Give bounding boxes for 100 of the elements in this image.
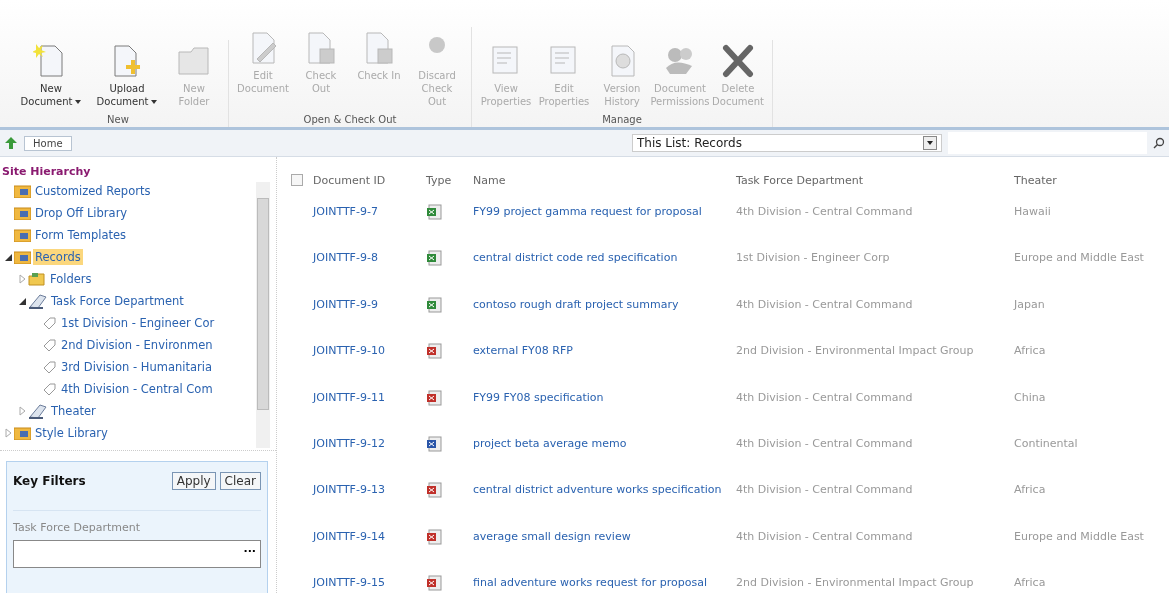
document-link[interactable]: average small design review [469, 519, 732, 567]
tree-item[interactable]: Records [33, 249, 83, 265]
department-cell-text: 4th Division - Central Command [735, 296, 914, 313]
department-cell-text: 1st Division - Engineer Corp [735, 250, 891, 267]
sidebar-title: Site Hierarchy [1, 164, 92, 180]
column-header[interactable]: Type [422, 157, 469, 195]
group-label: Manage [602, 114, 642, 125]
column-header[interactable]: Theater [1010, 157, 1167, 195]
tree-item[interactable]: Task Force Department [49, 293, 186, 309]
library-folder-icon [14, 250, 31, 264]
group-label: Open & Check Out [303, 114, 397, 125]
collapse-arrow-icon[interactable] [18, 296, 28, 306]
column-header[interactable]: Document ID [309, 157, 422, 195]
expand-arrow-icon[interactable] [4, 428, 14, 438]
document-id-cell-text: JOINTTF-9-10 [311, 343, 386, 360]
tree-item[interactable]: 3rd Division - Humanitaria [59, 359, 215, 375]
tags-icon [28, 293, 47, 309]
tree-item[interactable]: Drop Off Library [33, 205, 130, 221]
select-all-checkbox[interactable] [291, 174, 303, 187]
document-link[interactable]: final adventure works request for proposal [469, 566, 732, 593]
tags-icon [28, 403, 47, 419]
folder-icon [28, 272, 46, 286]
library-folder-icon [14, 184, 31, 198]
ribbon-button[interactable]: Upload Document [90, 40, 164, 110]
tree-item[interactable]: Theater [49, 403, 98, 419]
filter-input-field[interactable]: ... [13, 540, 261, 568]
document-id-cell-text: JOINTTF-9-11 [311, 389, 386, 406]
field-label: Task Force Department [13, 510, 261, 534]
x-icon [720, 42, 756, 78]
search-scope-dropdown[interactable]: This List: Records [632, 134, 942, 152]
document-link[interactable]: FY99 project gamma request for proposal [469, 194, 732, 242]
document-link[interactable]: central district code red specification [469, 241, 732, 288]
document-id-cell-text: JOINTTF-9-8 [311, 250, 379, 267]
file-type-icon [426, 436, 442, 452]
collapse-arrow-icon[interactable] [4, 252, 14, 262]
department-cell-text: 2nd Division - Environmental Impact Group [735, 575, 975, 592]
theater-cell-text: Europe and Middle East [1013, 528, 1145, 545]
home-link[interactable]: Home [24, 135, 72, 151]
theater-cell-text: Hawaii [1013, 203, 1052, 220]
tree-item[interactable]: Customized Reports [33, 183, 153, 199]
tag-icon [42, 315, 57, 331]
document-link[interactable]: external FY08 RFP [469, 334, 732, 381]
department-cell-text: 4th Division - Central Command [735, 482, 914, 499]
group-label: New [107, 114, 129, 125]
tree-item[interactable]: Form Templates [33, 227, 129, 243]
file-type-icon [426, 482, 442, 499]
expand-arrow-icon[interactable] [18, 406, 28, 416]
document-id-cell-text: JOINTTF-9-15 [311, 575, 386, 592]
library-folder-icon [14, 228, 31, 242]
document-link[interactable]: central district adventure works specification [469, 473, 732, 520]
document-id-cell-text: JOINTTF-9-14 [311, 528, 386, 545]
tag-icon [42, 381, 57, 397]
library-folder-icon [14, 426, 31, 440]
theater-cell-text: Continental [1013, 436, 1079, 452]
caret-icon [927, 141, 933, 145]
scrollbar[interactable] [256, 182, 270, 448]
tree-item[interactable]: Style Library [33, 425, 110, 441]
file-type-icon [426, 389, 442, 406]
department-cell-text: 4th Division - Central Command [735, 528, 914, 545]
file-type-icon [426, 250, 442, 267]
tag-icon [42, 359, 57, 375]
panel-title: Key Filters [13, 474, 86, 488]
department-cell-text: 2nd Division - Environmental Impact Group [735, 343, 975, 360]
filter-button[interactable]: Clear [219, 472, 261, 490]
tree-item[interactable]: 4th Division - Central Com [59, 381, 215, 397]
browse-button[interactable]: ... [239, 541, 260, 555]
search-icon[interactable] [1153, 137, 1165, 149]
tag-icon [42, 337, 57, 353]
document-link[interactable]: FY99 FY08 specification [469, 380, 732, 427]
theater-cell-text: Japan [1012, 296, 1046, 313]
library-folder-icon [14, 206, 31, 220]
up-arrow-icon[interactable] [4, 136, 18, 150]
theater-cell-text: Europe and Middle East [1013, 250, 1145, 267]
filter-button[interactable]: Apply [171, 472, 216, 490]
document-id-cell-text: JOINTTF-9-7 [311, 203, 379, 220]
theater-cell-text: Africa [1013, 343, 1047, 360]
file-type-icon [426, 296, 442, 313]
tree-item[interactable]: 1st Division - Engineer Cor [59, 315, 217, 331]
caret-icon [75, 100, 82, 104]
column-header[interactable]: Task Force Department [732, 157, 1010, 195]
tree-item[interactable]: Folders [48, 271, 94, 287]
ribbon-button[interactable]: New Document [14, 40, 88, 110]
file-type-icon [426, 343, 442, 360]
tree-item[interactable]: 2nd Division - Environmen [59, 337, 215, 353]
department-cell-text: 4th Division - Central Command [735, 389, 914, 406]
column-header[interactable]: Name [469, 157, 732, 195]
theater-cell-text: Africa [1013, 482, 1047, 499]
document-id-cell-text: JOINTTF-9-12 [311, 436, 386, 452]
theater-cell-text: China [1013, 389, 1047, 406]
file-type-icon [426, 528, 442, 545]
document-link[interactable]: contoso rough draft project summary [469, 287, 732, 335]
department-cell-text: 4th Division - Central Command [735, 436, 914, 452]
file-type-icon [426, 203, 442, 220]
theater-cell-text: Africa [1013, 575, 1047, 592]
document-id-cell-text: JOINTTF-9-13 [311, 482, 386, 499]
expand-arrow-icon[interactable] [18, 274, 28, 284]
department-cell-text: 4th Division - Central Command [735, 203, 914, 220]
document-id-cell-text: JOINTTF-9-9 [311, 296, 379, 313]
caret-icon [151, 100, 158, 104]
document-link[interactable]: project beta average memo [469, 427, 732, 474]
